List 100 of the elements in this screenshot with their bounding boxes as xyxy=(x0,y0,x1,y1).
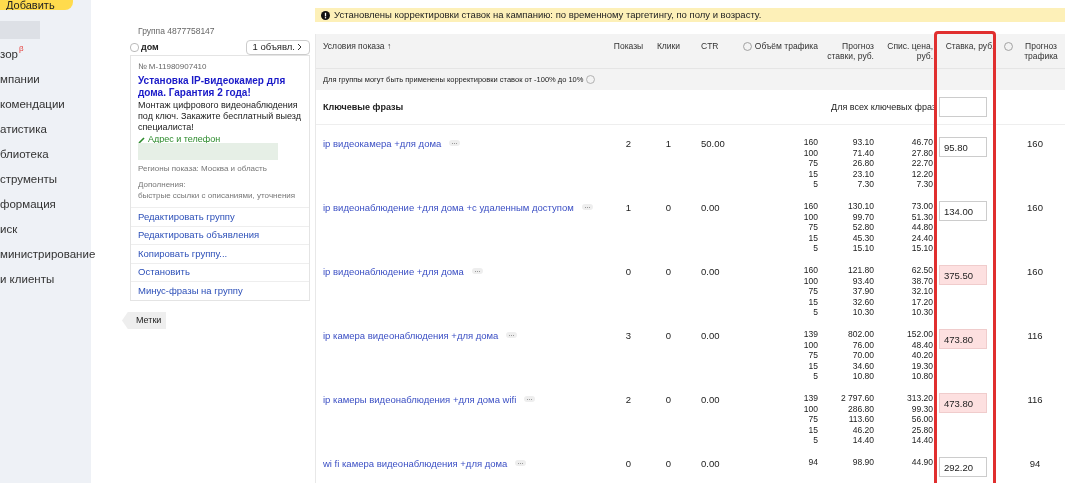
traffic-forecast-value: 116 xyxy=(1027,330,1043,342)
keyword-link[interactable]: ip видеонаблюдение +для дома xyxy=(323,265,464,280)
sidebar-item[interactable]: комендации xyxy=(0,96,65,114)
forecast-value: 130.10 xyxy=(848,201,874,212)
alert-text: Установлены корректировки ставок на кампанию: по временному таргетингу, по полу и возрасту. xyxy=(334,8,762,22)
column-header[interactable]: Спис. цена, руб. xyxy=(877,41,933,62)
extras-label: Дополнения: xyxy=(138,179,187,192)
price-value: 62.50 xyxy=(911,265,933,276)
action-link[interactable]: Редактировать группу xyxy=(138,209,235,225)
column-header[interactable]: Показы xyxy=(613,41,644,52)
traffic-value: 5 xyxy=(813,371,818,382)
section-title: Ключевые фразы xyxy=(323,100,404,114)
price-value: 22.70 xyxy=(911,158,933,169)
action-link[interactable]: Остановить xyxy=(138,265,190,280)
keyword-link[interactable]: ip камера видеонаблюдения +для дома xyxy=(323,329,499,344)
sidebar-item[interactable]: блиотека xyxy=(0,146,49,164)
traffic-value: 75 xyxy=(808,350,818,361)
bid-input[interactable]: 375.50 xyxy=(939,265,987,286)
traffic-forecast-value: 160 xyxy=(1027,202,1043,214)
checkbox[interactable] xyxy=(130,42,139,52)
forecast-value: 26.80 xyxy=(852,158,874,169)
price-value: 10.30 xyxy=(911,307,933,318)
traffic-value: 100 xyxy=(803,211,818,223)
more-button[interactable] xyxy=(524,396,536,403)
more-button[interactable] xyxy=(449,140,461,147)
info-icon xyxy=(321,10,330,20)
price-value: 17.20 xyxy=(911,296,933,308)
bid-input[interactable]: 292.20 xyxy=(939,457,987,478)
keyword-link[interactable]: ip видеонаблюдение +для дома +с удаленным доступом xyxy=(323,201,574,216)
forecast-value: 34.60 xyxy=(852,360,874,372)
more-button[interactable] xyxy=(506,332,518,339)
traffic-value: 160 xyxy=(803,137,818,148)
forecast-value: 32.60 xyxy=(852,296,874,308)
sidebar-item[interactable]: атистика xyxy=(0,121,47,139)
forecast-value: 99.70 xyxy=(852,211,874,223)
clicks-value: 1 xyxy=(665,138,672,150)
price-value: 24.40 xyxy=(911,232,933,244)
column-header[interactable]: Прогноз ставки, руб. xyxy=(821,41,874,62)
price-value: 40.20 xyxy=(911,350,933,361)
help-icon[interactable] xyxy=(742,42,752,52)
traffic-value: 100 xyxy=(803,147,818,159)
forecast-value: 98.90 xyxy=(852,457,874,468)
traffic-value: 139 xyxy=(803,329,818,340)
beta-label: β xyxy=(18,43,24,55)
chevron-icon xyxy=(297,43,303,52)
column-header[interactable]: Прогноз трафика xyxy=(1016,41,1065,62)
column-header[interactable]: CTR xyxy=(701,41,719,52)
ad-title[interactable]: Установка IP-видеокамер для дома. Гарантия 2 года! xyxy=(138,74,302,99)
tag-button[interactable]: Метки xyxy=(122,311,167,330)
forecast-value: 802.00 xyxy=(848,329,874,340)
bid-input[interactable]: 134.00 xyxy=(939,201,987,222)
column-header[interactable]: Объём трафика xyxy=(754,41,818,52)
keyword-link[interactable]: ip камеры видеонаблюдения +для дома wifi xyxy=(323,393,517,408)
sidebar-item[interactable]: мпании xyxy=(0,71,40,89)
more-button[interactable] xyxy=(471,268,483,275)
bid-input[interactable]: 473.80 xyxy=(939,329,987,350)
column-header[interactable]: Ставка, руб. xyxy=(945,41,995,52)
action-link[interactable]: Копировать группу... xyxy=(138,246,228,262)
traffic-value: 100 xyxy=(803,275,818,287)
forecast-value: 46.20 xyxy=(852,424,874,436)
ad-text: Монтаж цифрового видеонаблюдения под ключ. Закажите бесплатный выезд специалиста! xyxy=(138,99,302,133)
bid-input[interactable]: 95.80 xyxy=(939,137,987,158)
traffic-forecast-value: 116 xyxy=(1027,394,1043,406)
traffic-value: 139 xyxy=(803,393,818,404)
forecast-value: 37.90 xyxy=(852,286,874,297)
column-header[interactable]: Условия показа ↑ xyxy=(323,41,392,52)
sidebar-item[interactable]: струменты xyxy=(0,171,58,189)
shows-value: 2 xyxy=(625,138,632,150)
forecast-value: 121.80 xyxy=(848,265,874,276)
sidebar-item[interactable]: зор xyxy=(0,46,18,64)
forecast-value: 14.40 xyxy=(852,435,874,446)
clicks-value: 0 xyxy=(665,266,672,278)
bid-input[interactable]: 473.80 xyxy=(939,393,987,414)
sidebar-item[interactable]: министрирование xyxy=(0,246,96,264)
traffic-value: 5 xyxy=(813,307,818,318)
keyword-link[interactable]: wi fi камера видеонаблюдения +для дома xyxy=(323,457,508,472)
traffic-value: 5 xyxy=(813,179,818,190)
action-link[interactable]: Редактировать объявления xyxy=(138,228,260,243)
sidebar-item[interactable]: и клиенты xyxy=(0,271,55,289)
help-icon[interactable] xyxy=(586,75,596,85)
more-button[interactable] xyxy=(581,204,593,211)
traffic-value: 5 xyxy=(813,243,818,254)
traffic-value: 15 xyxy=(808,424,818,436)
regions-text: Регионы показа: Москва и область xyxy=(138,163,268,176)
ctr-value: 0.00 xyxy=(701,458,720,470)
ads-button[interactable]: 1 объявл. xyxy=(245,39,310,55)
column-header[interactable]: Клики xyxy=(656,41,681,52)
more-button[interactable] xyxy=(515,460,527,467)
price-value: 25.80 xyxy=(911,424,933,436)
sidebar-item[interactable]: иск xyxy=(0,221,18,239)
action-link[interactable]: Минус-фразы на группу xyxy=(138,283,243,299)
help-icon[interactable] xyxy=(1004,42,1013,52)
price-value: 44.90 xyxy=(911,457,933,468)
forecast-value: 76.00 xyxy=(852,339,874,351)
sidebar-item[interactable]: формация xyxy=(0,196,56,214)
keyword-link[interactable]: ip видеокамера +для дома xyxy=(323,137,442,152)
traffic-value: 160 xyxy=(803,201,818,212)
traffic-value: 15 xyxy=(808,232,818,244)
forecast-value: 113.60 xyxy=(848,414,874,425)
bid-input[interactable] xyxy=(939,97,987,118)
